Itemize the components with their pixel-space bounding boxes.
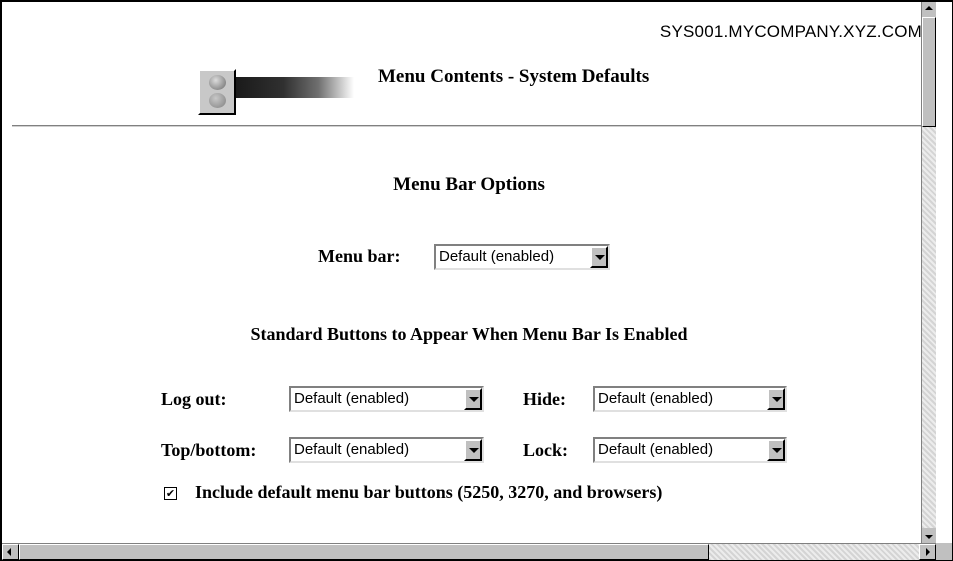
scroll-up-arrow-icon[interactable] — [925, 6, 933, 10]
log-out-label: Log out: — [161, 389, 227, 409]
horizontal-scroll-thumb[interactable] — [19, 544, 709, 560]
page-content: SYS001.MYCOMPANY.XYZ.COM Menu Contents -… — [2, 2, 936, 543]
traffic-light-logo — [198, 69, 358, 115]
top-bottom-select[interactable]: Default (enabled) — [289, 437, 484, 463]
scrollbar-corner — [936, 543, 952, 560]
logo-gradient-bar — [236, 77, 354, 98]
chevron-down-icon[interactable] — [464, 439, 482, 461]
hide-select[interactable]: Default (enabled) — [593, 386, 787, 412]
traffic-light-icon — [198, 69, 236, 115]
top-bottom-select-value: Default (enabled) — [294, 441, 410, 458]
vertical-scrollbar[interactable] — [921, 2, 936, 543]
include-default-buttons-label: Include default menu bar buttons (5250, … — [195, 482, 663, 502]
standard-buttons-heading: Standard Buttons to Appear When Menu Bar… — [250, 324, 688, 344]
chevron-down-icon[interactable] — [767, 388, 785, 410]
log-out-select[interactable]: Default (enabled) — [289, 386, 484, 412]
scroll-down-arrow-icon[interactable] — [925, 535, 933, 539]
log-out-select-value: Default (enabled) — [294, 390, 410, 407]
horizontal-scrollbar[interactable] — [2, 543, 936, 560]
header-divider — [12, 125, 936, 127]
scroll-right-button[interactable] — [919, 544, 936, 560]
scroll-left-arrow-icon[interactable] — [7, 548, 11, 556]
page-title: Menu Contents - System Defaults — [378, 66, 650, 87]
browser-window: { "header": { "hostname": "SYS001.MYCOMP… — [0, 0, 953, 561]
lock-select-value: Default (enabled) — [598, 441, 714, 458]
scroll-left-button[interactable] — [2, 544, 19, 560]
menu-bar-select[interactable]: Default (enabled) — [434, 244, 610, 270]
lock-label: Lock: — [523, 440, 568, 460]
vertical-scroll-thumb[interactable] — [922, 17, 936, 127]
menu-bar-label: Menu bar: — [318, 246, 401, 266]
scroll-right-arrow-icon[interactable] — [926, 548, 930, 556]
chevron-down-icon[interactable] — [767, 439, 785, 461]
chevron-down-icon[interactable] — [464, 388, 482, 410]
include-default-buttons-checkbox[interactable]: ✔ — [164, 487, 177, 500]
hide-select-value: Default (enabled) — [598, 390, 714, 407]
menu-bar-options-heading: Menu Bar Options — [393, 174, 545, 195]
lock-select[interactable]: Default (enabled) — [593, 437, 787, 463]
chevron-down-icon[interactable] — [590, 246, 608, 268]
menu-bar-select-value: Default (enabled) — [439, 248, 555, 265]
top-bottom-label: Top/bottom: — [161, 440, 257, 460]
hide-label: Hide: — [523, 389, 566, 409]
system-hostname: SYS001.MYCOMPANY.XYZ.COM — [659, 22, 922, 41]
